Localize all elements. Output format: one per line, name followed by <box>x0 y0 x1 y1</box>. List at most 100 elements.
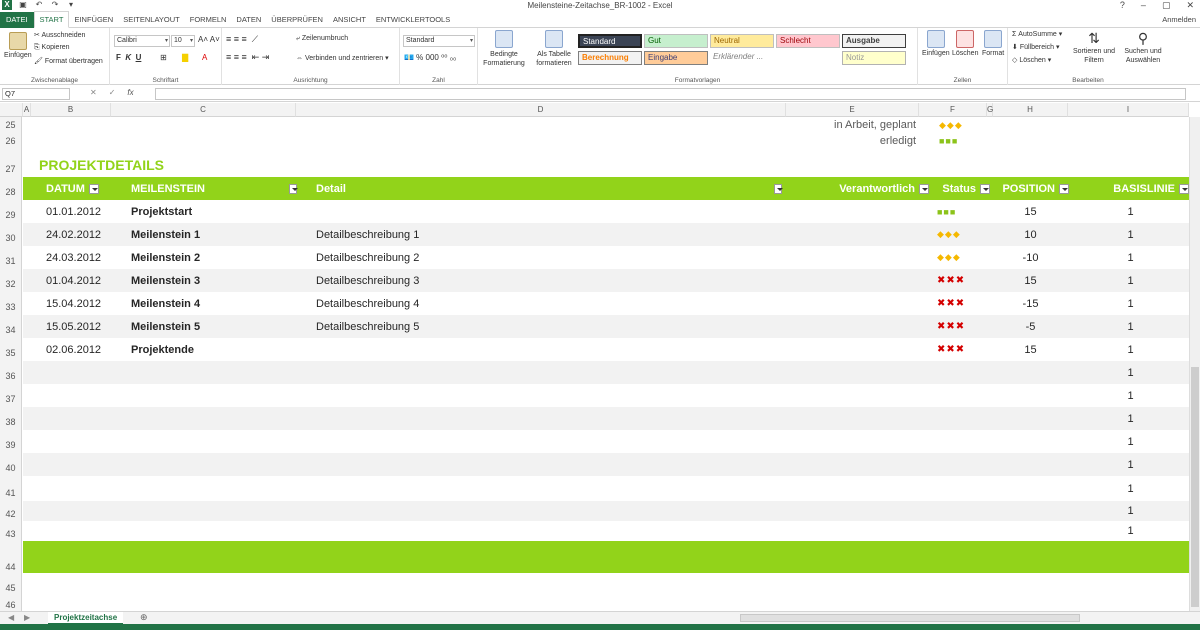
detail-cell[interactable]: Detailbeschreibung 1 <box>316 223 419 246</box>
row-header[interactable]: 42 <box>0 501 22 521</box>
table-row[interactable]: 1 <box>23 361 1189 384</box>
header-date[interactable]: DATUM <box>46 177 126 200</box>
add-sheet-icon[interactable]: ⊕ <box>140 612 148 623</box>
style-note[interactable]: Notiz <box>842 51 906 65</box>
style-explanatory[interactable]: Erklärender ... <box>710 51 774 65</box>
tab-review[interactable]: ÜBERPRÜFEN <box>266 12 328 28</box>
baseline-cell[interactable]: 1 <box>1113 453 1148 476</box>
table-row[interactable]: 1 <box>23 384 1189 407</box>
fill-button[interactable]: ⬇ Füllbereich ▾ <box>1012 43 1060 51</box>
table-row[interactable]: 1 <box>23 476 1189 501</box>
detail-cell[interactable]: Detailbeschreibung 3 <box>316 269 419 292</box>
maximize-icon[interactable]: ▢ <box>1162 0 1171 11</box>
horizontal-align-icons[interactable]: ≡ ≡ ≡ ⇤ ⇥ <box>226 52 269 63</box>
row-header[interactable]: 38 <box>0 407 22 430</box>
autosum-button[interactable]: Σ AutoSumme ▾ <box>1012 30 1062 38</box>
tab-data[interactable]: DATEN <box>231 12 266 28</box>
baseline-cell[interactable]: 1 <box>1113 269 1148 292</box>
date-cell[interactable]: 01.04.2012 <box>46 269 101 292</box>
position-cell[interactable]: -15 <box>1013 292 1048 315</box>
row-header[interactable]: 36 <box>0 361 22 384</box>
number-format-icons[interactable]: 💶 % 000 ⁰⁰ ₀₀ <box>404 53 456 62</box>
row-header[interactable]: 40 <box>0 453 22 476</box>
row-header[interactable]: 44 <box>0 541 22 575</box>
position-cell[interactable]: -5 <box>1013 315 1048 338</box>
table-row[interactable]: 02.06.2012 Projektende ✖✖✖ 15 1 <box>23 338 1189 361</box>
table-row[interactable]: 01.04.2012 Meilenstein 3 Detailbeschreib… <box>23 269 1189 292</box>
row-header[interactable]: 35 <box>0 338 22 361</box>
date-cell[interactable]: 01.01.2012 <box>46 200 101 223</box>
style-output[interactable]: Ausgabe <box>842 34 906 48</box>
detail-cell[interactable]: Detailbeschreibung 5 <box>316 315 419 338</box>
baseline-cell[interactable]: 1 <box>1113 246 1148 269</box>
status-cell[interactable]: ✖✖✖ <box>937 338 965 361</box>
table-row[interactable]: 24.03.2012 Meilenstein 2 Detailbeschreib… <box>23 246 1189 269</box>
baseline-cell[interactable]: 1 <box>1113 476 1148 501</box>
conditional-formatting-button[interactable]: Bedingte Formatierung <box>482 30 526 68</box>
baseline-cell[interactable]: 1 <box>1113 223 1148 246</box>
status-cell[interactable]: ✖✖✖ <box>937 315 965 338</box>
baseline-cell[interactable]: 1 <box>1113 315 1148 338</box>
style-calculation[interactable]: Berechnung <box>578 51 642 65</box>
vertical-scrollbar[interactable] <box>1189 117 1200 611</box>
header-detail[interactable]: Detail <box>316 177 756 200</box>
header-position[interactable]: POSITION <box>1001 177 1069 200</box>
filter-dropdown-icon[interactable] <box>919 183 929 194</box>
font-size-select[interactable]: 10 <box>171 35 195 47</box>
select-all-corner[interactable] <box>0 103 23 117</box>
style-hyperlink[interactable] <box>776 51 840 65</box>
tab-insert[interactable]: EINFÜGEN <box>69 12 118 28</box>
column-header-f[interactable]: F <box>919 103 987 117</box>
position-cell[interactable]: 10 <box>1013 223 1048 246</box>
row-header[interactable]: 31 <box>0 246 22 269</box>
header-responsible[interactable]: Verantwortlich <box>809 177 929 200</box>
tab-page-layout[interactable]: SEITENLAYOUT <box>118 12 185 28</box>
column-header-i[interactable]: I <box>1068 103 1189 117</box>
clear-button[interactable]: ◇ Löschen ▾ <box>1012 56 1051 64</box>
tab-developer[interactable]: ENTWICKLERTOOLS <box>371 12 455 28</box>
filter-dropdown-icon[interactable] <box>88 183 99 194</box>
copy-button[interactable]: ⎘ Kopieren <box>34 44 70 52</box>
position-cell[interactable]: 15 <box>1013 200 1048 223</box>
baseline-cell[interactable]: 1 <box>1113 338 1148 361</box>
row-header[interactable]: 28 <box>0 177 22 200</box>
row-header[interactable]: 43 <box>0 521 22 541</box>
table-row[interactable]: 1 <box>23 501 1189 521</box>
style-neutral[interactable]: Neutral <box>710 34 774 48</box>
column-header-d[interactable]: D <box>296 103 786 117</box>
close-icon[interactable]: ✕ <box>1186 0 1194 11</box>
milestone-cell[interactable]: Projektende <box>131 338 194 361</box>
tab-start[interactable]: START <box>33 11 70 28</box>
row-header[interactable]: 34 <box>0 315 22 338</box>
header-milestone[interactable]: MEILENSTEIN <box>131 177 299 200</box>
cancel-entry-icon[interactable]: ✕ <box>90 88 97 97</box>
fill-color-icon[interactable]: ▇ <box>182 53 188 62</box>
row-header[interactable]: 29 <box>0 200 22 223</box>
style-good[interactable]: Gut <box>644 34 708 48</box>
baseline-cell[interactable]: 1 <box>1113 430 1148 453</box>
table-row[interactable]: 15.04.2012 Meilenstein 4 Detailbeschreib… <box>23 292 1189 315</box>
row-header[interactable]: 37 <box>0 384 22 407</box>
date-cell[interactable]: 24.02.2012 <box>46 223 101 246</box>
name-box[interactable]: Q7 <box>2 88 70 100</box>
baseline-cell[interactable]: 1 <box>1113 407 1148 430</box>
style-bad[interactable]: Schlecht <box>776 34 840 48</box>
status-cell[interactable]: ■■■ <box>937 200 956 223</box>
table-row[interactable]: 15.05.2012 Meilenstein 5 Detailbeschreib… <box>23 315 1189 338</box>
baseline-cell[interactable]: 1 <box>1113 384 1148 407</box>
baseline-cell[interactable]: 1 <box>1113 361 1148 384</box>
filter-dropdown-icon[interactable] <box>1059 183 1069 194</box>
row-header[interactable]: 27 <box>0 149 22 177</box>
date-cell[interactable]: 15.04.2012 <box>46 292 101 315</box>
baseline-cell[interactable]: 1 <box>1113 501 1148 521</box>
horizontal-scrollbar[interactable] <box>740 614 1080 622</box>
table-row[interactable]: 01.01.2012 Projektstart ■■■ 15 1 <box>23 200 1189 223</box>
row-header[interactable]: 33 <box>0 292 22 315</box>
filter-dropdown-icon[interactable] <box>289 183 298 194</box>
merge-center-button[interactable]: ⇔ Verbinden und zentrieren ▾ <box>296 54 389 62</box>
table-row[interactable]: 1 <box>23 453 1189 476</box>
header-detail-filter[interactable] <box>770 177 783 200</box>
table-row[interactable]: 1 <box>23 407 1189 430</box>
header-baseline[interactable]: BASISLINIE <box>1083 177 1189 200</box>
table-row[interactable]: 1 <box>23 521 1189 541</box>
